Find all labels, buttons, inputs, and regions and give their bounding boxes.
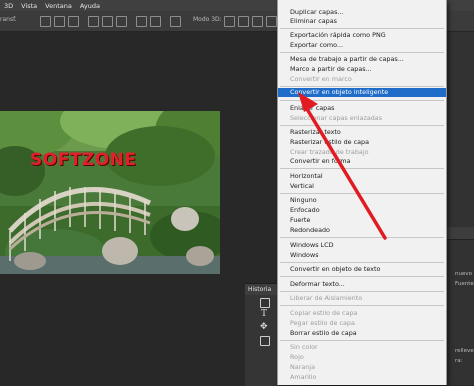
panel-label-nuevo: nuevo: [455, 271, 472, 277]
document-canvas[interactable]: [0, 111, 220, 274]
menu-item-deformar-texto[interactable]: Deformar texto...: [278, 280, 446, 289]
menu-item-convertir-en-objeto-inteligente[interactable]: Convertir en objeto inteligente: [278, 88, 446, 97]
menu-item-eliminar-capas[interactable]: Eliminar capas: [278, 17, 446, 26]
menu-separator: [280, 168, 444, 169]
menu-separator: [280, 291, 444, 292]
history-panel-title[interactable]: Historia: [248, 286, 271, 293]
menu-3d[interactable]: 3D: [0, 2, 17, 10]
menu-item-redondeado[interactable]: Redondeado: [278, 226, 446, 235]
menu-separator: [280, 305, 444, 306]
menu-item-enfocado[interactable]: Enfocado: [278, 206, 446, 215]
menu-item-naranja: Naranja: [290, 363, 315, 371]
align-bottom-icon[interactable]: [116, 16, 127, 27]
slide-3d-icon[interactable]: [266, 16, 277, 27]
menu-item-mesa-de-trabajo[interactable]: Mesa de trabajo a partir de capas...: [278, 55, 446, 64]
menu-item-fuerte[interactable]: Fuerte: [278, 216, 446, 225]
move-icon[interactable]: ✥: [260, 322, 268, 332]
layer-context-menu: Duplicar capas... Eliminar capas Exporta…: [277, 0, 447, 385]
menu-item-liberar-de-aislamiento: Liberar de Aislamiento: [290, 294, 363, 302]
menu-item-rasterizar-estilo-de-capa[interactable]: Rasterizar estilo de capa: [278, 138, 446, 147]
align-top-icon[interactable]: [88, 16, 99, 27]
menu-ventana[interactable]: Ventana: [41, 2, 76, 10]
pan-3d-icon[interactable]: [252, 16, 263, 27]
align-center-icon[interactable]: [54, 16, 65, 27]
menu-item-windows-lcd[interactable]: Windows LCD: [278, 241, 446, 250]
menu-item-horizontal[interactable]: Horizontal: [278, 172, 446, 181]
menu-item-borrar-estilo-de-capa[interactable]: Borrar estilo de capa: [278, 329, 446, 338]
menu-item-rasterizar-texto[interactable]: Rasterizar texto: [278, 128, 446, 137]
align-right-icon[interactable]: [68, 16, 79, 27]
shape-icon[interactable]: [260, 336, 270, 346]
menu-separator: [280, 193, 444, 194]
softzone-watermark: SOFTZONE: [30, 150, 137, 170]
menu-item-crear-trazado-de-trabajo: Crear trazado de trabajo: [290, 148, 369, 156]
menu-separator: [280, 237, 444, 238]
arrange-icon[interactable]: [260, 298, 270, 308]
menu-item-enlazar-capas[interactable]: Enlazar capas: [278, 104, 446, 113]
window-controls-strip: [446, 0, 474, 11]
transform-tab[interactable]: ransf.: [0, 16, 26, 26]
menu-item-copiar-estilo-de-capa: Copiar estilo de capa: [290, 309, 358, 317]
menu-separator: [280, 86, 444, 87]
distribute-icon[interactable]: [136, 16, 147, 27]
menu-vista[interactable]: Vista: [17, 2, 41, 10]
align-left-icon[interactable]: [40, 16, 51, 27]
panel-label-ra: ra:: [455, 358, 463, 364]
panel-label-relleve: relleve: [455, 348, 474, 354]
menu-separator: [280, 276, 444, 277]
menu-item-convertir-en-marco: Convertir en marco: [290, 75, 352, 83]
distribute-vertical-icon[interactable]: [150, 16, 161, 27]
menu-item-sin-color: Sin color: [290, 343, 318, 351]
roll-3d-icon[interactable]: [238, 16, 249, 27]
menu-separator: [280, 262, 444, 263]
menu-separator: [280, 100, 444, 101]
menu-item-exportacion-rapida-png[interactable]: Exportación rápida como PNG: [278, 31, 446, 40]
menu-item-seleccionar-capas-enlazadas: Seleccionar capas enlazadas: [290, 114, 383, 122]
more-options-icon[interactable]: [170, 16, 181, 27]
menu-item-convertir-en-objeto-de-texto[interactable]: Convertir en objeto de texto: [278, 265, 446, 274]
menu-item-pegar-estilo-de-capa: Pegar estilo de capa: [290, 319, 355, 327]
menu-item-convertir-en-forma[interactable]: Convertir en forma: [278, 157, 446, 166]
menu-item-exportar-como[interactable]: Exportar como...: [278, 41, 446, 50]
menu-item-windows[interactable]: Windows: [278, 251, 446, 260]
menu-ayuda[interactable]: Ayuda: [76, 2, 104, 10]
menu-item-rojo: Rojo: [290, 353, 304, 361]
menu-separator: [280, 340, 444, 341]
align-middle-icon[interactable]: [102, 16, 113, 27]
panel-label-fuente: Fuente: [455, 281, 474, 287]
menu-item-amarillo: Amarillo: [290, 373, 317, 381]
menu-item-ninguno[interactable]: Ninguno: [278, 196, 446, 205]
menu-separator: [280, 125, 444, 126]
orbit-3d-icon[interactable]: [224, 16, 235, 27]
garden-bridge-image: [0, 111, 220, 274]
mode-3d-label: Modo 3D:: [193, 16, 222, 23]
menu-item-marco-a-partir-de-capas[interactable]: Marco a partir de capas...: [278, 65, 446, 74]
menu-item-vertical[interactable]: Vertical: [278, 182, 446, 191]
menu-separator: [280, 28, 444, 29]
menu-item-duplicar-capas[interactable]: Duplicar capas...: [278, 8, 446, 17]
menu-separator: [280, 52, 444, 53]
type-tool-icon[interactable]: T: [261, 309, 267, 319]
